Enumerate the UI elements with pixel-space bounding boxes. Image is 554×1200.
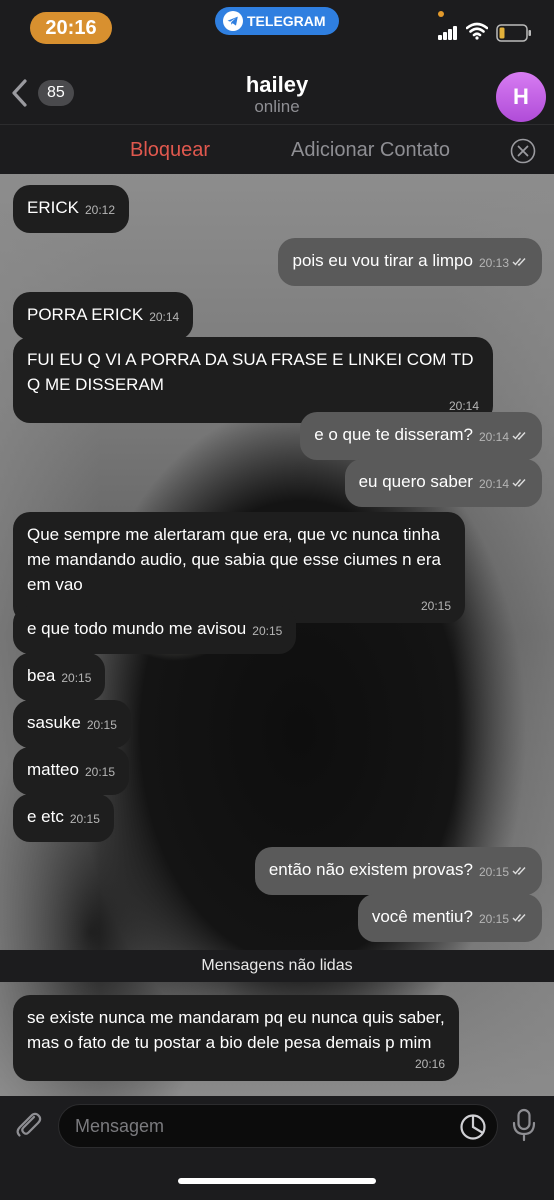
read-checks-icon <box>512 432 526 440</box>
message-text: e que todo mundo me avisou <box>27 619 247 638</box>
read-checks-icon <box>512 867 526 875</box>
message-time: 20:15 <box>86 718 117 732</box>
message-time: 20:15 <box>252 624 283 638</box>
status-time: 20:16 <box>30 12 112 44</box>
message-time: 20:14 <box>478 430 509 444</box>
message-bubble[interactable]: e que todo mundo me avisou 20:15 <box>13 606 297 654</box>
chat-header: 85 hailey online H <box>0 56 554 124</box>
message-time: 20:15 <box>61 671 92 685</box>
message-bubble[interactable]: se existe nunca me mandaram pq eu nunca … <box>13 995 459 1081</box>
telegram-icon <box>223 11 243 31</box>
message-time: 20:15 <box>84 765 116 779</box>
read-checks-icon <box>512 258 526 266</box>
read-checks-icon <box>512 479 526 487</box>
message-text: Que sempre me alertaram que era, que vc … <box>27 525 441 594</box>
message-time: 20:13 <box>478 256 509 270</box>
message-bubble[interactable]: sasuke 20:15 <box>13 700 131 748</box>
paperclip-icon[interactable] <box>12 1108 44 1140</box>
battery-icon <box>496 24 531 42</box>
message-text: eu quero saber <box>358 472 473 491</box>
message-bubble[interactable]: e etc 20:15 <box>13 794 114 842</box>
chat-status: online <box>254 97 300 116</box>
block-button[interactable]: Bloquear <box>130 139 210 162</box>
message-time: 20:14 <box>478 477 509 491</box>
message-time: 20:12 <box>84 203 115 217</box>
message-input-placeholder: Mensagem <box>75 1116 165 1136</box>
wifi-icon <box>466 22 488 40</box>
message-time: 20:15 <box>69 812 100 826</box>
message-input[interactable]: Mensagem <box>58 1104 498 1148</box>
chat-title[interactable]: hailey <box>0 72 554 98</box>
sticker-icon[interactable] <box>459 1113 487 1141</box>
message-bubble[interactable]: eu quero saber 20:14 <box>344 459 542 507</box>
message-text: matteo <box>27 760 79 779</box>
message-text: pois eu vou tirar a limpo <box>292 251 473 270</box>
message-bubble[interactable]: ERICK 20:12 <box>13 185 129 233</box>
home-indicator[interactable] <box>178 1178 376 1184</box>
message-text: e o que te disseram? <box>314 425 473 444</box>
message-text: bea <box>27 666 56 685</box>
telegram-label: TELEGRAM <box>247 13 326 29</box>
close-icon[interactable] <box>510 138 536 164</box>
message-time: 20:14 <box>149 310 180 324</box>
add-contact-button[interactable]: Adicionar Contato <box>291 139 450 162</box>
message-text: FUI EU Q VI A PORRA DA SUA FRASE E LINKE… <box>27 350 474 394</box>
camera-indicator-icon <box>438 11 444 17</box>
message-text: você mentiu? <box>371 907 473 926</box>
unread-messages-divider: Mensagens não lidas <box>0 950 554 982</box>
message-time: 20:15 <box>478 865 509 879</box>
read-checks-icon <box>512 914 526 922</box>
message-bubble[interactable]: FUI EU Q VI A PORRA DA SUA FRASE E LINKE… <box>13 337 493 423</box>
message-bubble[interactable]: pois eu vou tirar a limpo 20:13 <box>278 238 542 286</box>
message-text: e etc <box>27 807 64 826</box>
message-bubble[interactable]: bea 20:15 <box>13 653 106 701</box>
message-text: PORRA ERICK <box>27 305 144 324</box>
message-text: sasuke <box>27 713 81 732</box>
message-bubble[interactable]: então não existem provas? 20:15 <box>254 847 542 895</box>
message-text: ERICK <box>27 198 79 217</box>
message-time: 20:15 <box>478 912 509 926</box>
status-bar: 20:16 TELEGRAM <box>0 0 554 56</box>
contact-action-bar: Bloquear Adicionar Contato <box>0 124 554 174</box>
microphone-icon[interactable] <box>510 1108 538 1142</box>
message-text: então não existem provas? <box>268 860 473 879</box>
message-time: 20:16 <box>414 1057 445 1071</box>
message-bubble[interactable]: PORRA ERICK 20:14 <box>13 292 194 340</box>
message-text: se existe nunca me mandaram pq eu nunca … <box>27 1008 445 1052</box>
message-bubble[interactable]: matteo 20:15 <box>13 747 130 795</box>
cellular-signal-icon <box>438 25 458 40</box>
telegram-pill[interactable]: TELEGRAM <box>215 7 339 35</box>
message-time: 20:14 <box>448 399 479 413</box>
avatar[interactable]: H <box>496 72 546 122</box>
message-input-bar: Mensagem <box>0 1096 554 1200</box>
message-bubble[interactable]: você mentiu? 20:15 <box>357 894 542 942</box>
message-bubble[interactable]: e o que te disseram? 20:14 <box>300 412 542 460</box>
